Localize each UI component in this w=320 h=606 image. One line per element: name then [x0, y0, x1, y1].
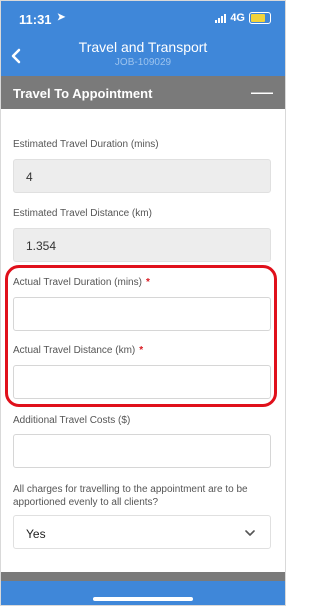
apportion-question: All charges for travelling to the appoin… [13, 484, 248, 508]
minus-icon[interactable]: — [251, 79, 273, 105]
status-time: 11:31 [19, 12, 52, 27]
status-bar: 11:31 ➤ 4G [19, 12, 271, 28]
actual-distance-input[interactable] [13, 365, 271, 399]
est-distance-label: Estimated Travel Distance (km) [13, 208, 152, 219]
bottom-bar [1, 581, 285, 605]
apportion-select[interactable]: Yes [13, 515, 271, 549]
status-indicators: 4G [215, 12, 271, 24]
actual-duration-label: Actual Travel Duration (mins) * [13, 277, 150, 288]
actual-duration-label-text: Actual Travel Duration (mins) [13, 277, 142, 288]
location-arrow-icon: ➤ [57, 12, 66, 23]
page-subtitle: JOB-109029 [114, 57, 172, 68]
apportion-value: Yes [26, 527, 46, 541]
page-title: Travel and Transport [78, 39, 208, 55]
est-duration-label: Estimated Travel Duration (mins) [13, 139, 159, 150]
section-header-travel[interactable]: Travel To Appointment — [1, 76, 285, 109]
required-marker: * [139, 345, 144, 356]
est-distance-field: 1.354 [13, 228, 271, 262]
additional-costs-label: Additional Travel Costs ($) [13, 415, 131, 426]
actual-distance-label-text: Actual Travel Distance (km) [13, 345, 136, 356]
actual-duration-input[interactable] [13, 297, 271, 331]
network-type: 4G [230, 12, 245, 24]
additional-costs-input[interactable] [13, 434, 271, 468]
signal-icon [215, 13, 227, 23]
est-duration-field: 4 [13, 159, 271, 193]
section-title: Travel To Appointment [13, 86, 153, 101]
required-marker: * [145, 277, 150, 288]
actual-distance-label: Actual Travel Distance (km) * [13, 345, 143, 356]
battery-icon [249, 12, 271, 24]
home-indicator[interactable] [93, 597, 193, 601]
chevron-down-icon [245, 530, 255, 536]
app-header: 11:31 ➤ 4G Travel and Transport JOB-1090… [1, 1, 285, 76]
